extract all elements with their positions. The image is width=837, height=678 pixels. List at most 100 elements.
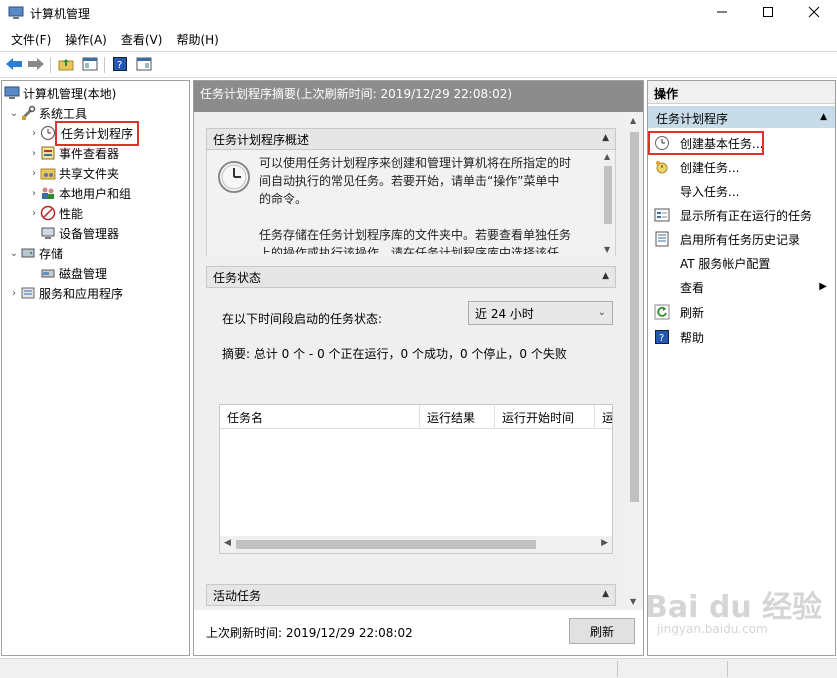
tree-item-task-scheduler[interactable]: › 任务计划程序 <box>28 120 140 146</box>
tree-item-services-apps[interactable]: › 服务和应用程序 <box>8 283 123 303</box>
action-view[interactable]: 查看 ▶ <box>648 275 835 299</box>
toolbar-separator <box>50 57 51 73</box>
back-button[interactable] <box>4 56 24 74</box>
tree-item-root[interactable]: 计算机管理(本地) <box>4 83 116 103</box>
collapse-arrow-icon[interactable]: ⌄ <box>8 248 20 259</box>
scroll-right-icon[interactable]: ▶ <box>601 538 608 548</box>
status-summary: 摘要: 总计 0 个 - 0 个正在运行，0 个成功，0 个停止，0 个失败 <box>222 347 567 361</box>
tree-item-label: 系统工具 <box>39 106 88 121</box>
tree-item-storage[interactable]: ⌄ 存储 <box>8 243 63 263</box>
actions-group-task-scheduler[interactable]: 任务计划程序 ▲ <box>648 106 835 128</box>
minimize-button[interactable] <box>699 0 745 27</box>
action-refresh[interactable]: 刷新 <box>648 300 835 324</box>
action-import-task[interactable]: 导入任务... <box>648 179 835 203</box>
action-create-basic-task[interactable]: 创建基本任务... <box>648 131 764 155</box>
tree-item-disk-management[interactable]: 磁盘管理 <box>40 263 107 283</box>
scroll-left-icon[interactable]: ◀ <box>224 538 231 548</box>
text-line: 间自动执行的常见任务。若要开始，请单击“操作”菜单中 <box>259 174 560 188</box>
action-label: 启用所有任务历史记录 <box>680 232 801 247</box>
overview-paragraph-1: 可以使用任务计划程序来创建和管理计算机将在所指定的时 间自动执行的常见任务。若要… <box>259 154 584 208</box>
help-icon: ? <box>654 329 670 345</box>
computer-management-icon <box>8 6 24 20</box>
text-line: 的命令。 <box>259 192 308 206</box>
center-vertical-scrollbar[interactable]: ▲ ▼ <box>626 112 643 610</box>
overview-section-header[interactable]: 任务计划程序概述 ▲ <box>206 128 616 150</box>
overview-scrollbar[interactable]: ▲ ▼ <box>601 150 615 256</box>
action-help[interactable]: ? 帮助 <box>648 325 835 349</box>
collapse-up-icon[interactable]: ▲ <box>602 589 609 599</box>
blank-icon <box>654 279 670 295</box>
refresh-icon <box>654 304 670 320</box>
overview-section-body: 可以使用任务计划程序来创建和管理计算机将在所指定的时 间自动执行的常见任务。若要… <box>206 150 616 256</box>
menu-view[interactable]: 查看(V) <box>114 29 170 50</box>
tree-item-local-users[interactable]: › 本地用户和组 <box>28 183 131 203</box>
show-hide-action-pane-button[interactable] <box>134 56 154 74</box>
baidu-jingyan-watermark: Bai du 经验 jingyan.baidu.com <box>645 578 830 658</box>
close-button[interactable] <box>791 0 837 27</box>
column-truncated[interactable]: 运 <box>595 405 612 429</box>
action-at-service-account[interactable]: AT 服务帐户配置 <box>648 251 835 275</box>
menu-file[interactable]: 文件(F) <box>4 29 58 50</box>
show-hide-tree-button[interactable] <box>80 56 100 74</box>
users-icon <box>40 185 56 201</box>
forward-button[interactable] <box>26 56 46 74</box>
scroll-thumb[interactable] <box>236 540 536 549</box>
tree-item-device-manager[interactable]: 设备管理器 <box>40 223 119 243</box>
services-icon <box>20 285 36 301</box>
section-title: 任务状态 <box>213 270 262 285</box>
period-dropdown[interactable]: 近 24 小时 ⌄ <box>468 301 613 325</box>
scroll-up-icon[interactable]: ▲ <box>630 116 636 125</box>
actions-pane: 操作 任务计划程序 ▲ 创建基本任务... 创建任务... 导入任务... 显示… <box>647 80 836 656</box>
title-bar: 计算机管理 <box>0 0 837 27</box>
action-create-task[interactable]: 创建任务... <box>648 155 835 179</box>
summary-footer: 上次刷新时间: 2019/12/29 22:08:02 刷新 <box>194 610 643 655</box>
collapse-arrow-icon[interactable]: ⌄ <box>8 108 20 119</box>
computer-management-window: 计算机管理 文件(F) 操作(A) 查看(V) 帮助(H) ? 计算机管理(本地… <box>0 0 837 678</box>
expand-arrow-icon[interactable]: › <box>28 168 40 179</box>
expand-arrow-icon[interactable]: › <box>28 188 40 199</box>
scroll-thumb[interactable] <box>604 166 612 224</box>
action-label: 帮助 <box>680 330 705 345</box>
tree-item-shared-folders[interactable]: › 共享文件夹 <box>28 163 119 183</box>
help-button[interactable]: ? <box>110 56 130 74</box>
status-section-header[interactable]: 任务状态 ▲ <box>206 266 616 288</box>
expand-arrow-icon[interactable]: › <box>28 128 40 139</box>
menu-action[interactable]: 操作(A) <box>58 29 114 50</box>
active-section-header[interactable]: 活动任务 ▲ <box>206 584 616 606</box>
expand-arrow-icon[interactable]: › <box>8 288 20 299</box>
storage-icon <box>20 245 36 261</box>
action-enable-history[interactable]: 启用所有任务历史记录 <box>648 227 835 251</box>
collapse-up-icon[interactable]: ▲ <box>602 133 609 143</box>
action-label: 查看 <box>680 280 705 295</box>
tree-item-performance[interactable]: › 性能 <box>28 203 83 223</box>
action-pane-icon <box>136 57 152 74</box>
action-label: 创建基本任务... <box>680 136 764 151</box>
refresh-button[interactable]: 刷新 <box>569 618 635 644</box>
maximize-button[interactable] <box>745 0 791 27</box>
status-separator <box>617 661 618 677</box>
console-tree-icon <box>82 57 98 74</box>
tree-item-system-tools[interactable]: ⌄ 系统工具 <box>8 103 87 123</box>
collapse-up-icon[interactable]: ▲ <box>820 112 827 122</box>
expand-arrow-icon[interactable]: › <box>28 148 40 159</box>
tree-item-event-viewer[interactable]: › 事件查看器 <box>28 143 119 163</box>
scroll-down-icon[interactable]: ▼ <box>604 245 610 254</box>
task-status-list[interactable]: 任务名 运行结果 运行开始时间 运 ◀ ▶ <box>219 404 613 554</box>
scroll-up-icon[interactable]: ▲ <box>604 152 610 161</box>
up-level-button[interactable] <box>56 56 76 74</box>
menu-help[interactable]: 帮助(H) <box>169 29 225 50</box>
create-task-icon <box>654 159 670 175</box>
action-show-running-tasks[interactable]: 显示所有正在运行的任务 <box>648 203 835 227</box>
shared-folder-icon <box>40 165 56 181</box>
column-run-result[interactable]: 运行结果 <box>420 405 495 429</box>
column-run-start-time[interactable]: 运行开始时间 <box>495 405 595 429</box>
expand-arrow-icon[interactable]: › <box>28 208 40 219</box>
collapse-up-icon[interactable]: ▲ <box>602 271 609 281</box>
folder-up-icon <box>58 57 74 74</box>
column-task-name[interactable]: 任务名 <box>220 405 420 429</box>
scroll-thumb[interactable] <box>630 132 639 502</box>
list-horizontal-scrollbar[interactable]: ◀ ▶ <box>220 536 612 553</box>
summary-header: 任务计划程序摘要(上次刷新时间: 2019/12/29 22:08:02) <box>194 81 643 112</box>
text-line: 任务存储在任务计划程序库的文件夹中。若要查看单独任务 <box>259 228 572 242</box>
scroll-down-icon[interactable]: ▼ <box>630 597 636 606</box>
